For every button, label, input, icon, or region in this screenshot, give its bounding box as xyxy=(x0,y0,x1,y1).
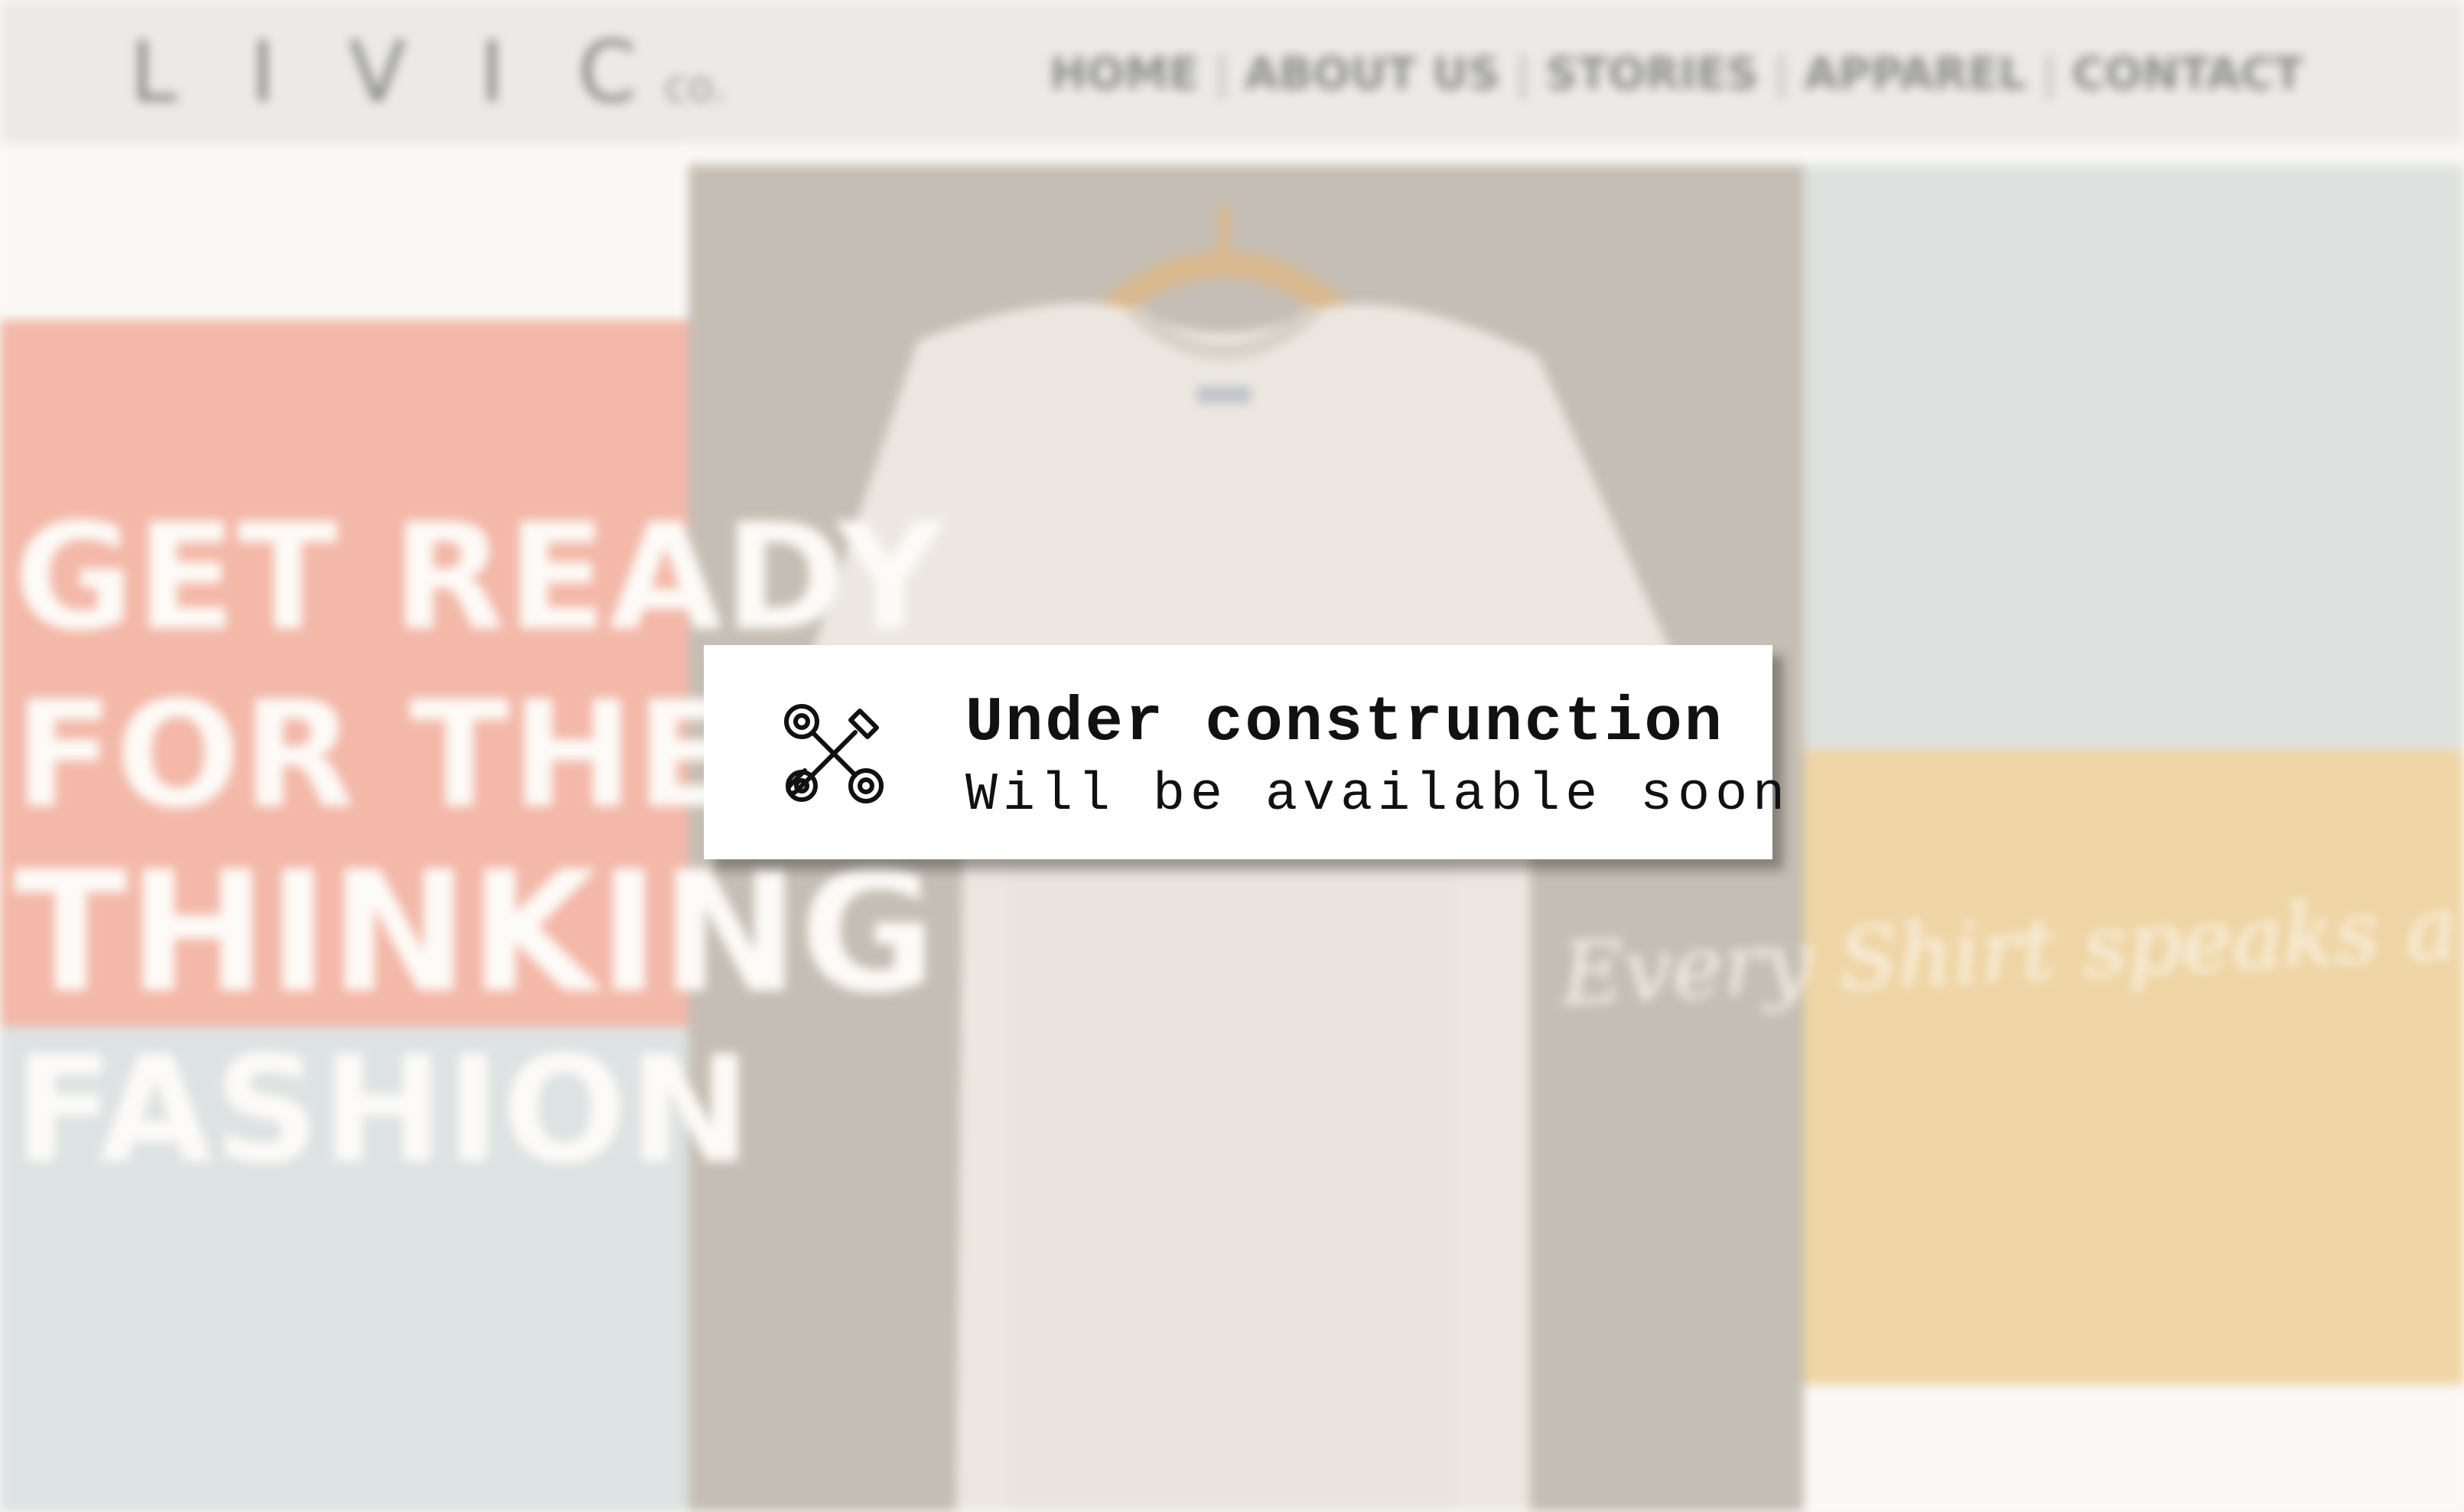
under-construction-notice: Under construnction Will be available so… xyxy=(704,645,1785,859)
hero-panel-white xyxy=(0,144,688,320)
notice-subtitle: Will be available soon xyxy=(965,765,1791,826)
nav-separator: | xyxy=(1214,47,1229,99)
hero-panel-white-right xyxy=(1804,1385,2464,1512)
nav-item-about-us[interactable]: ABOUT US xyxy=(1229,47,1515,99)
nav-separator: | xyxy=(2041,47,2057,99)
nav-item-home[interactable]: HOME xyxy=(1034,47,1214,99)
notice-text: Under construnction Will be available so… xyxy=(965,685,1790,830)
headline-line: GET READY xyxy=(14,493,945,663)
headline-line: FASHION xyxy=(14,1025,754,1196)
site-logo[interactable]: LIVIC co. xyxy=(130,23,727,121)
site-header: LIVIC co. HOME | ABOUT US | STORIES | AP… xyxy=(0,0,2464,144)
nav-item-stories[interactable]: STORIES xyxy=(1530,47,1773,99)
logo-suffix: co. xyxy=(664,62,727,112)
notice-title: Under construnction xyxy=(965,687,1724,758)
nav-item-apparel[interactable]: APPAREL xyxy=(1789,47,2042,99)
site-nav: HOME | ABOUT US | STORIES | APPAREL | CO… xyxy=(1034,47,2319,99)
nav-separator: | xyxy=(1515,47,1531,99)
hero-panel-yellow xyxy=(1804,750,2464,1385)
nav-item-contact[interactable]: CONTACT xyxy=(2057,47,2319,99)
headline-line: THINKING xyxy=(14,836,937,1030)
hero-panel-grey-right xyxy=(1804,165,2464,750)
tools-icon xyxy=(784,704,884,803)
logo-wordmark: LIVIC xyxy=(130,23,711,121)
nav-separator: | xyxy=(1773,47,1789,99)
